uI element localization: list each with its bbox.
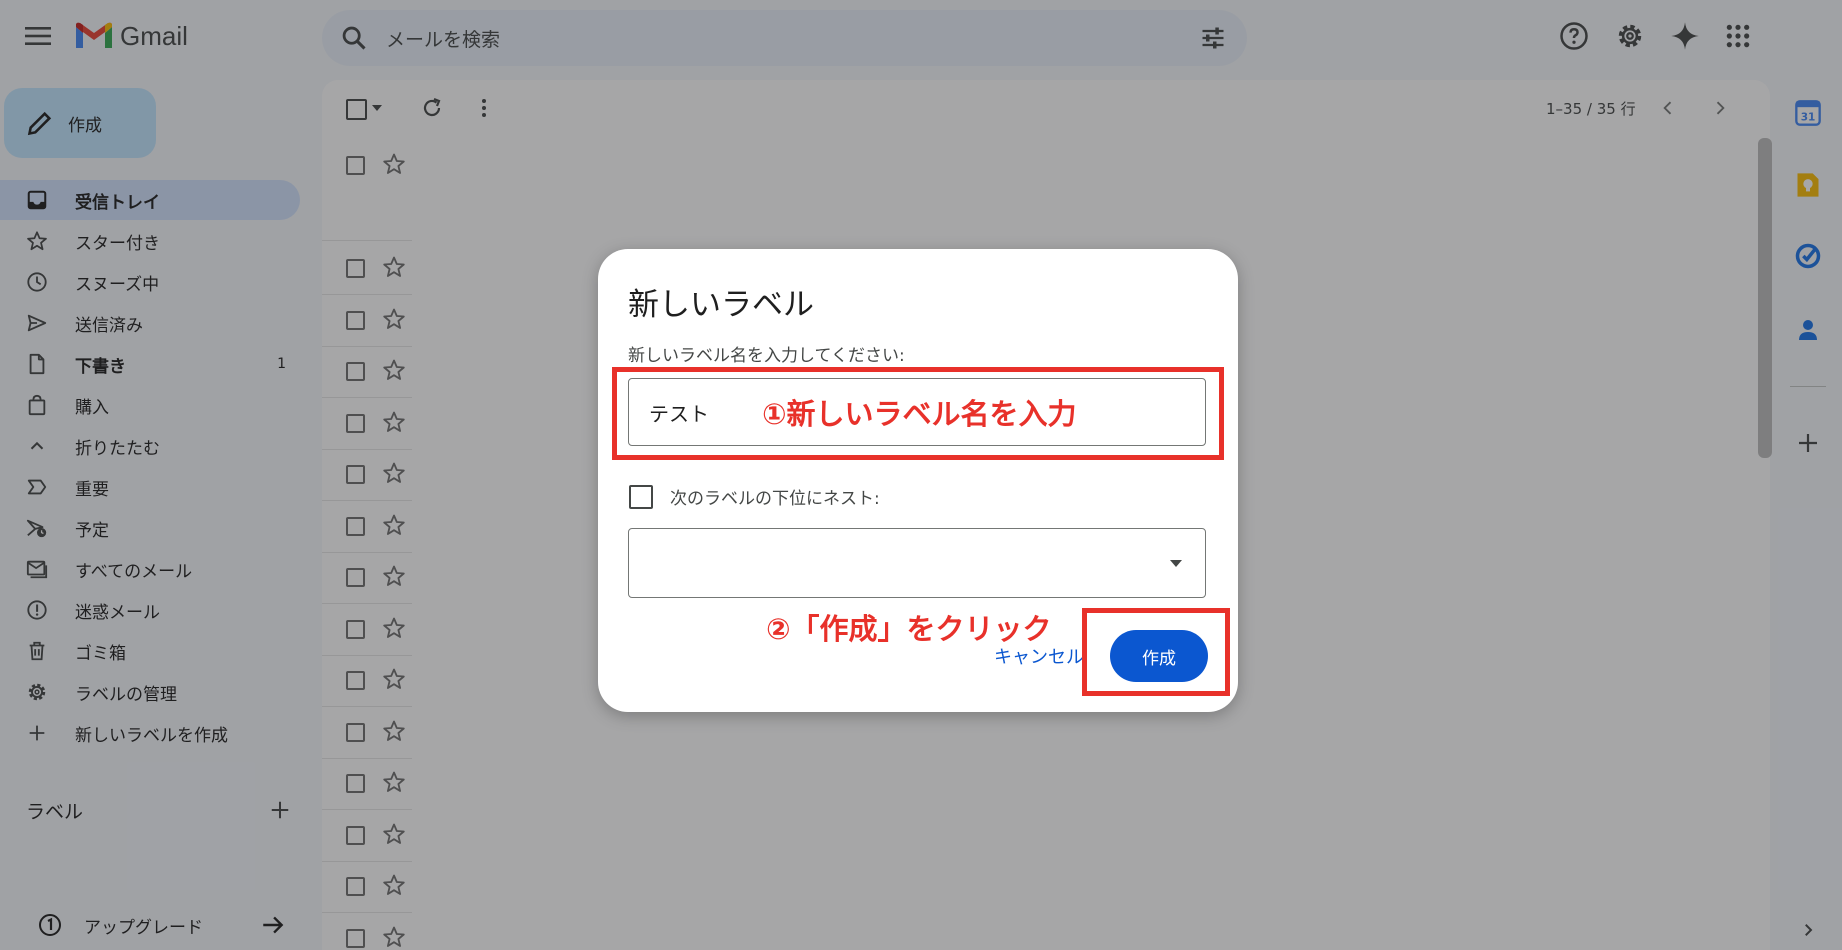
dropdown-arrow-icon (1170, 560, 1182, 567)
annotation-step-2: ②「作成」をクリック (766, 612, 1052, 646)
dialog-title: 新しいラベル (628, 287, 814, 323)
annotation-step-1: ①新しいラベル名を入力 (762, 397, 1077, 431)
annotation-highlight-create (1082, 608, 1230, 696)
nest-label-text: 次のラベルの下位にネスト: (670, 489, 880, 509)
parent-label-select[interactable] (628, 528, 1206, 598)
nest-label-checkbox[interactable] (629, 485, 653, 509)
label-name-prompt: 新しいラベル名を入力してください: (628, 346, 905, 366)
